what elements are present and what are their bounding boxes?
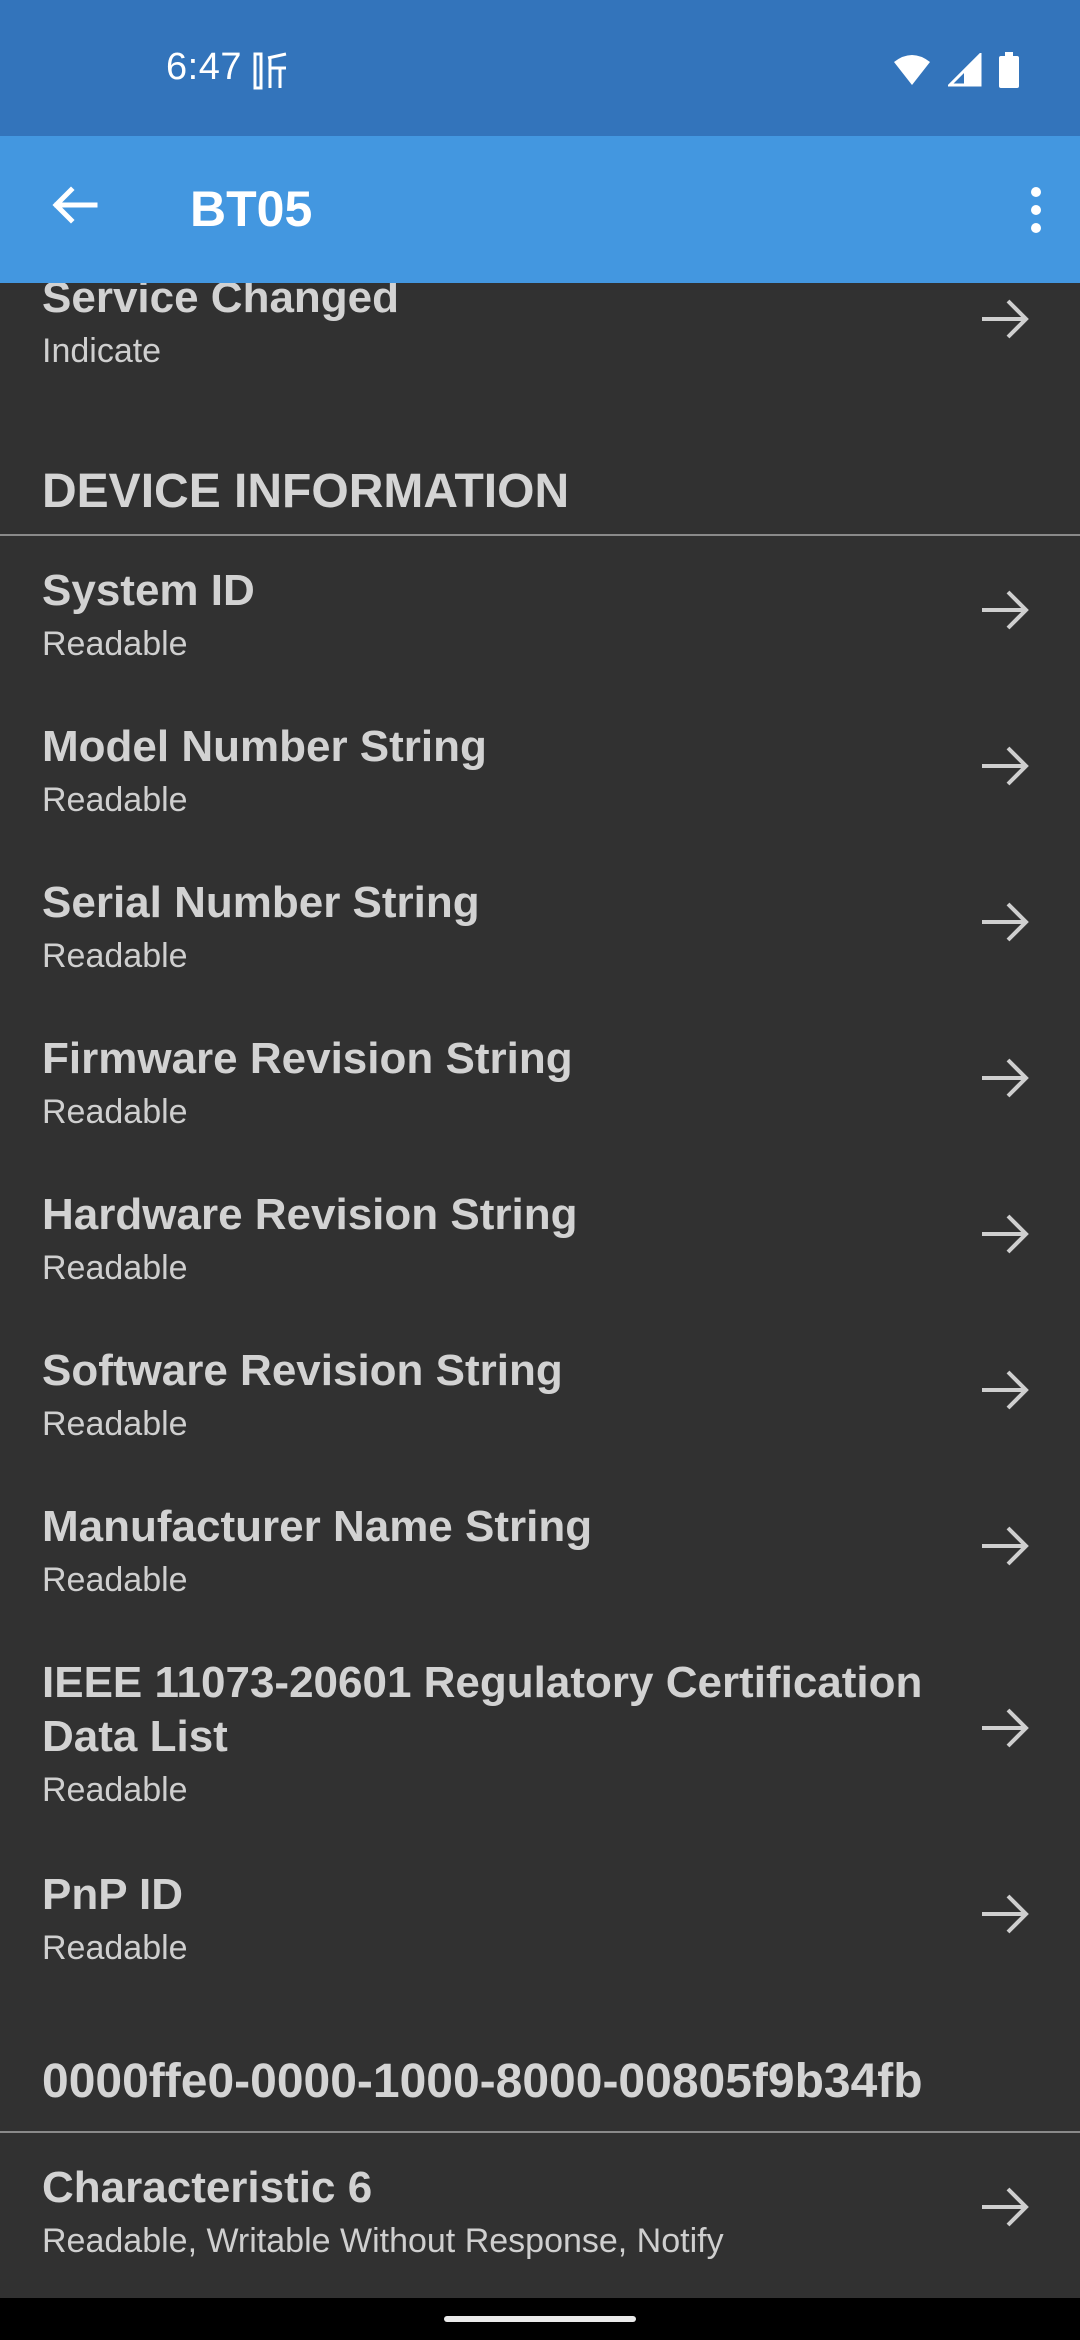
list-item-system-id[interactable]: System ID Readable: [0, 564, 1080, 720]
arrow-right-icon: [982, 2187, 1029, 2227]
more-vert-icon: [1031, 187, 1041, 233]
section-divider: [0, 2131, 1080, 2133]
signal-icon: [948, 53, 982, 87]
item-title-line1: IEEE 11073-20601 Regulatory Certificatio…: [42, 1658, 923, 1707]
more-options-button[interactable]: [1008, 168, 1064, 252]
item-title: Hardware Revision String: [42, 1190, 578, 1239]
arrow-right-icon: [982, 1058, 1029, 1098]
item-subtitle: Readable: [42, 1249, 188, 1287]
item-title: Characteristic 6: [42, 2163, 373, 2212]
item-subtitle: Readable, Writable Without Response, Not…: [42, 2222, 724, 2260]
item-subtitle: Indicate: [42, 332, 162, 370]
arrow-right-icon: [982, 902, 1029, 942]
status-time: 6:47: [166, 46, 242, 88]
item-title: Software Revision String: [42, 1346, 563, 1395]
status-bar: 6:47: [0, 0, 1080, 136]
app-title: BT05: [190, 181, 313, 237]
item-title: Model Number String: [42, 722, 487, 771]
item-title: PnP ID: [42, 1870, 184, 1919]
status-icons: [892, 52, 1020, 88]
list-item-hardware-revision-string[interactable]: Hardware Revision String Readable: [0, 1188, 1080, 1344]
item-title: Firmware Revision String: [42, 1034, 573, 1083]
item-subtitle: Readable: [42, 781, 188, 819]
item-title: Manufacturer Name String: [42, 1502, 593, 1551]
back-button[interactable]: [44, 174, 106, 236]
arrow-right-icon: [982, 1526, 1029, 1566]
arrow-right-icon: [982, 1214, 1029, 1254]
item-subtitle: Readable: [42, 1929, 188, 1967]
section-header-device-information: DEVICE INFORMATION: [42, 465, 570, 518]
home-gesture-handle[interactable]: [444, 2316, 636, 2322]
item-title-line2: Data List: [42, 1712, 228, 1761]
item-subtitle: Readable: [42, 1093, 188, 1131]
item-title: Service Changed: [42, 283, 400, 322]
section-header-service-uuid: 0000ffe0-0000-1000-8000-00805f9b34fb: [42, 2055, 923, 2108]
notification-icon: [253, 52, 287, 90]
arrow-right-icon: [982, 590, 1029, 630]
item-subtitle: Readable: [42, 937, 188, 975]
list-item-characteristic-6[interactable]: Characteristic 6 Readable, Writable With…: [0, 2161, 1080, 2298]
list-item-ieee-regulatory-certification[interactable]: IEEE 11073-20601 Regulatory Certificatio…: [0, 1656, 1080, 1868]
arrow-right-icon: [982, 746, 1029, 786]
arrow-left-icon: [52, 186, 98, 224]
arrow-right-icon: [982, 1708, 1029, 1748]
section-divider: [0, 534, 1080, 536]
arrow-right-icon: [982, 1370, 1029, 1410]
item-subtitle: Readable: [42, 1771, 188, 1809]
list-item-manufacturer-name-string[interactable]: Manufacturer Name String Readable: [0, 1500, 1080, 1656]
item-subtitle: Readable: [42, 1561, 188, 1599]
item-subtitle: Readable: [42, 625, 188, 663]
list-item-service-changed[interactable]: Service Changed Indicate: [0, 283, 1080, 407]
item-title: Serial Number String: [42, 878, 480, 927]
arrow-right-icon: [982, 1894, 1029, 1934]
item-title: System ID: [42, 566, 255, 615]
wifi-icon: [894, 55, 930, 85]
list-item-software-revision-string[interactable]: Software Revision String Readable: [0, 1344, 1080, 1500]
item-subtitle: Readable: [42, 1405, 188, 1443]
navigation-bar: [0, 2298, 1080, 2340]
list-item-model-number-string[interactable]: Model Number String Readable: [0, 720, 1080, 876]
characteristics-list[interactable]: Service Changed Indicate DEVICE INFORMAT…: [0, 283, 1080, 2298]
list-item-firmware-revision-string[interactable]: Firmware Revision String Readable: [0, 1032, 1080, 1188]
app-bar: BT05: [0, 136, 1080, 283]
battery-icon: [999, 52, 1019, 88]
list-item-serial-number-string[interactable]: Serial Number String Readable: [0, 876, 1080, 1032]
arrow-right-icon: [982, 299, 1029, 339]
list-item-pnp-id[interactable]: PnP ID Readable: [0, 1868, 1080, 2024]
